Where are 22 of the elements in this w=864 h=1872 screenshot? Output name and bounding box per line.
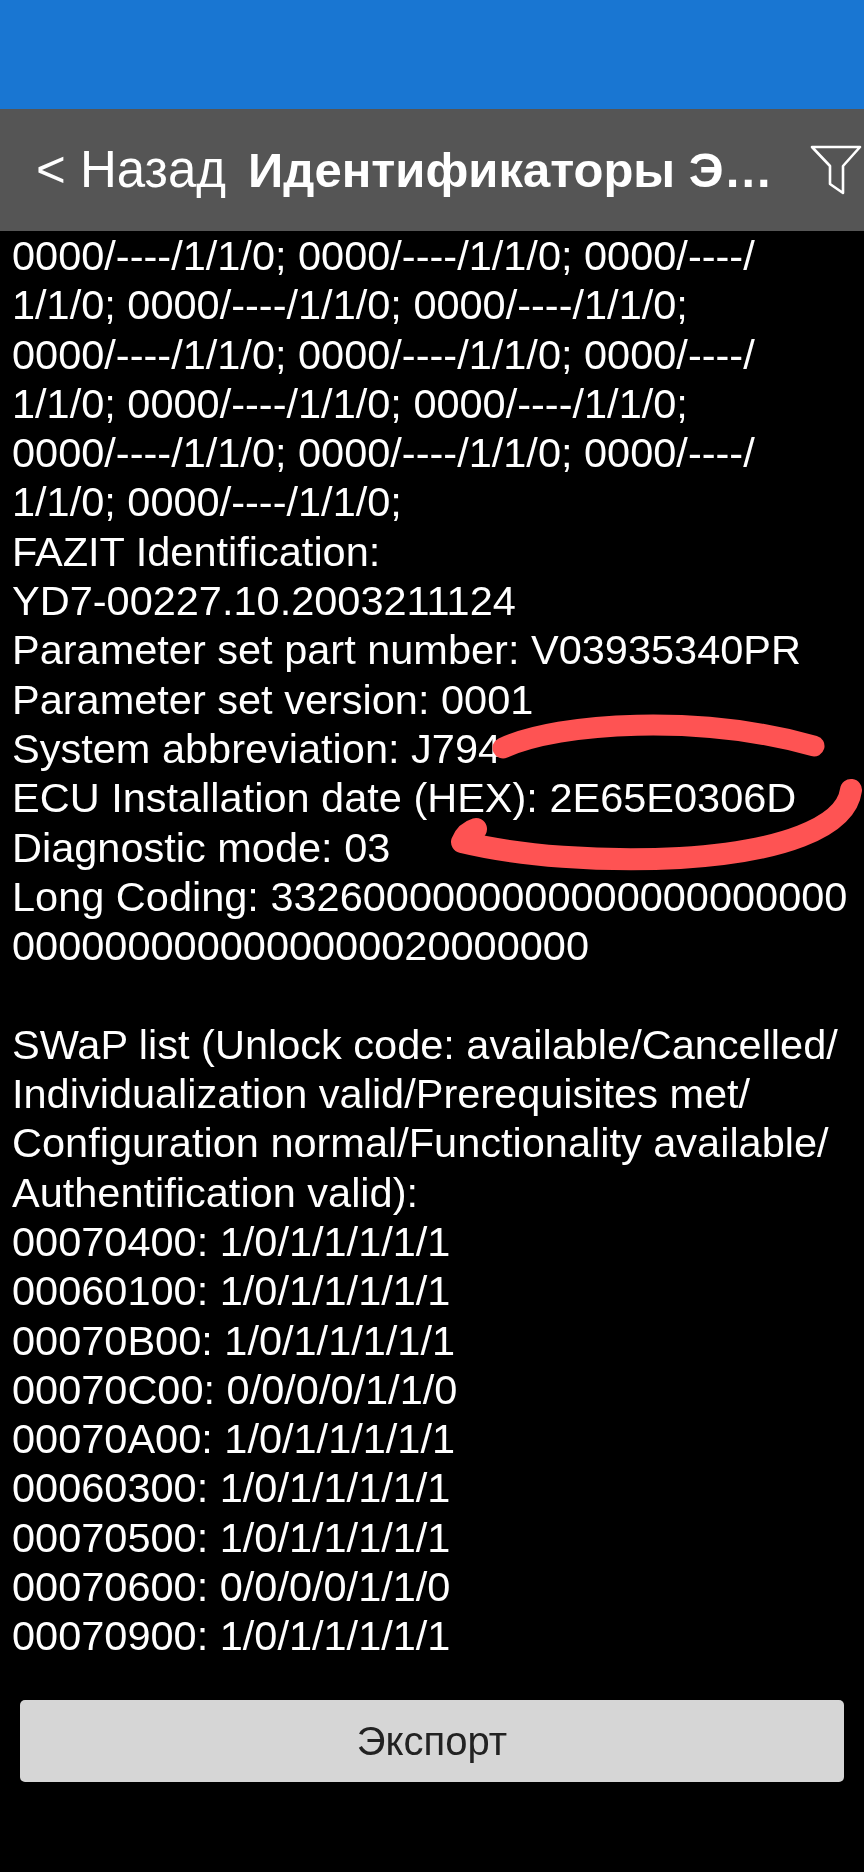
detail-text: SWaP list (Unlock code: available/Cancelled/ Individualization valid/Prerequisites met/ Configuration normal/Functionality available/ Authentification valid): — [12, 1019, 838, 1217]
detail-text: 00070500: 1/0/1/1/1/1/1 — [12, 1512, 451, 1562]
detail-text: Parameter set part number: V03935340PR — [12, 625, 801, 675]
detail-text: Diagnostic mode: 03 — [12, 822, 391, 872]
detail-text: 0000/----/1/1/0; 0000/----/1/1/0; 0000/----/ 1/1/0; 0000/----/1/1/0; 0000/----/1/1/0; 0000/----/1/1/0; 0000/----/1/1/0; 0000/----/ 1/1/0; 0000/----/1/1/0; 0000/----/1/1/0; 0000/----/1/1/0; 0000/----/1/1/0; 0000/----/ 1/1/0; 0000/----/1/1/0; — [12, 231, 755, 527]
export-button[interactable]: Экспорт — [20, 1700, 844, 1782]
filter-icon[interactable] — [810, 144, 862, 196]
detail-text: System abbreviation: J794 — [12, 723, 502, 774]
detail-text: 00070600: 0/0/0/0/1/1/0 — [12, 1562, 451, 1612]
detail-text: ECU Installation date (HEX): 2E65E0306D — [12, 773, 797, 823]
detail-text: 00070C00: 0/0/0/0/1/1/0 — [12, 1364, 458, 1415]
detail-text: Long Coding: 3326000000000000000000000 0000000000000000020000000 — [12, 871, 848, 971]
screen-title: Идентификаторы Э… — [248, 141, 773, 199]
detail-text: 00070A00: 1/0/1/1/1/1/1 — [12, 1414, 456, 1464]
detail-text: 00070400: 1/0/1/1/1/1/1 — [12, 1216, 451, 1267]
detail-text: Parameter set version: 0001 — [12, 674, 534, 724]
back-link[interactable]: < Назад — [36, 140, 227, 200]
detail-text: 00060300: 1/0/1/1/1/1/1 — [12, 1463, 451, 1513]
detail-text: FAZIT Identification: YD7-00227.10.2003211124 — [12, 526, 516, 626]
detail-text: 00060100: 1/0/1/1/1/1/1 — [12, 1266, 451, 1316]
detail-text: 00070900: 1/0/1/1/1/1/1 — [12, 1611, 451, 1661]
detail-text: 00070B00: 1/0/1/1/1/1/1 — [12, 1315, 456, 1365]
